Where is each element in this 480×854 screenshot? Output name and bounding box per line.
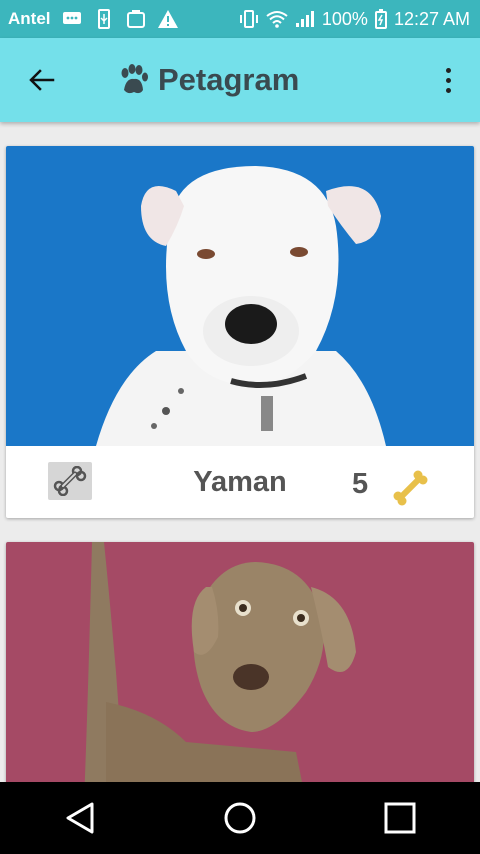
- signal-icon: [294, 9, 316, 29]
- nav-recents-button[interactable]: [370, 788, 430, 848]
- usb-icon: [93, 9, 115, 29]
- pet-like-count: 5: [352, 468, 369, 500]
- system-nav-bar: [0, 782, 480, 854]
- carrier-label: Antel: [8, 9, 51, 28]
- pet-card: Yaman 5: [6, 146, 474, 518]
- wifi-icon: [266, 9, 288, 29]
- pet-card: [6, 542, 474, 782]
- pet-card-footer: Yaman 5: [6, 446, 474, 518]
- app-title: Petagram: [158, 62, 300, 97]
- message-icon: [61, 9, 83, 29]
- storage-icon: [125, 9, 147, 29]
- pet-photo: [6, 542, 474, 782]
- white-dog-illustration: [96, 166, 386, 446]
- paw-icon: [121, 64, 148, 94]
- pet-list[interactable]: Yaman 5: [0, 122, 480, 782]
- warning-icon: [157, 9, 179, 29]
- menu-dot: [445, 67, 451, 73]
- circle-home-icon: [224, 802, 256, 834]
- bone-icon: [393, 470, 428, 506]
- nav-home-button[interactable]: [210, 788, 270, 848]
- square-recents-icon: [384, 802, 416, 834]
- pet-photo: [6, 146, 474, 446]
- back-button[interactable]: [22, 60, 62, 100]
- app-bar: Petagram: [0, 38, 480, 122]
- arrow-back-icon: [29, 69, 55, 91]
- battery-charging-icon: [374, 9, 388, 29]
- battery-percent: 100%: [321, 8, 368, 29]
- triangle-back-icon: [66, 802, 94, 834]
- clock: 12:27 AM: [393, 8, 470, 29]
- vibrate-icon: [238, 9, 260, 29]
- menu-dot: [445, 87, 451, 93]
- grey-dog-illustration: [84, 542, 356, 782]
- overflow-menu-button[interactable]: [436, 60, 460, 100]
- app-title-wrap: Petagram: [118, 62, 299, 98]
- status-bar: Antel 100% 12:27 AM: [0, 0, 480, 38]
- menu-dot: [445, 77, 451, 83]
- nav-back-button[interactable]: [50, 788, 110, 848]
